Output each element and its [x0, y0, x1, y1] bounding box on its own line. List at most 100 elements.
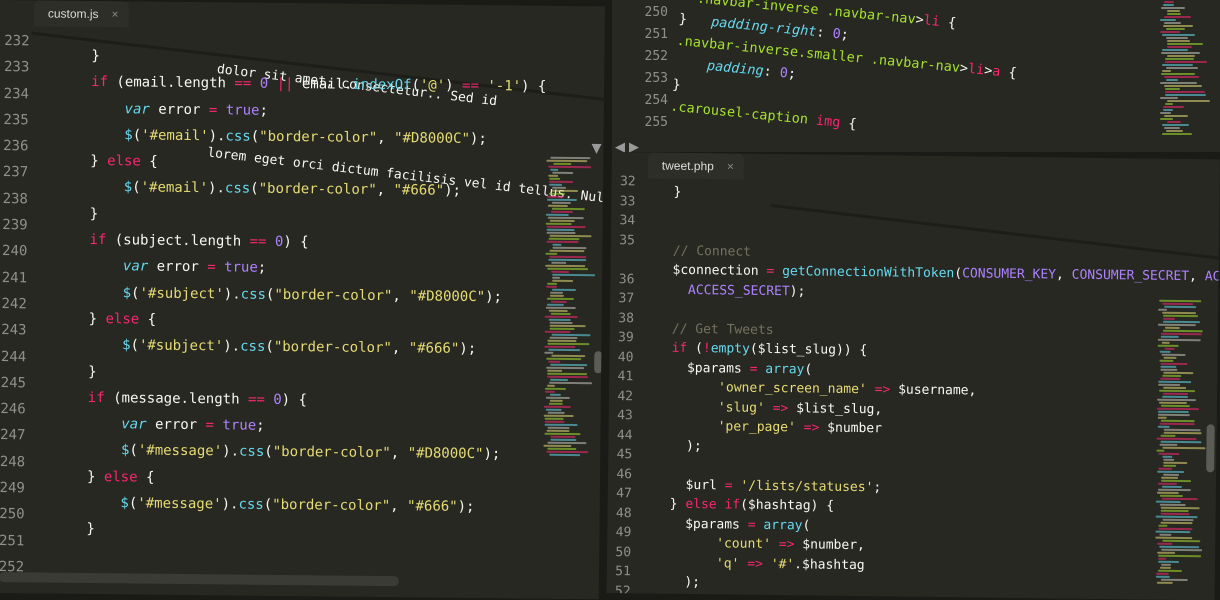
minimap-line: [1163, 473, 1180, 476]
minimap-line: [551, 270, 570, 273]
minimap-line: [551, 333, 591, 337]
css-code-area[interactable]: .navbar-inverse .navbar-nav>li { } paddi…: [669, 0, 1022, 150]
minimap-line: [544, 345, 576, 349]
minimap-line: [1166, 28, 1185, 30]
minimap-line: [1162, 124, 1189, 126]
close-icon[interactable]: ×: [111, 1, 118, 27]
minimap-line: [1163, 371, 1194, 375]
minimap[interactable]: [1160, 0, 1210, 152]
minimap-line: [545, 396, 570, 399]
line-number-gutter: 232 233 234 235 236 237 238 239 240 241 242 243 244 2…: [0, 27, 32, 594]
minimap-line: [1165, 61, 1207, 63]
minimap-line: [549, 453, 581, 457]
tab-custom-js[interactable]: custom.js ×: [33, 0, 129, 28]
close-icon[interactable]: ×: [727, 153, 734, 179]
minimap-line: [1162, 455, 1173, 458]
minimap-line: [550, 438, 577, 442]
minimap-line: [551, 201, 571, 204]
line-number: 250: [644, 5, 668, 20]
line-number: 40: [617, 349, 634, 365]
minimap-line: [548, 258, 587, 262]
horizontal-scrollbar[interactable]: [0, 572, 399, 587]
minimap-line: [1162, 133, 1192, 135]
minimap[interactable]: [1155, 299, 1207, 600]
line-number: 252: [644, 49, 668, 64]
minimap-line: [1160, 362, 1188, 366]
line-number: 236: [3, 138, 29, 155]
vertical-scrollbar[interactable]: [594, 351, 603, 374]
minimap-line: [543, 405, 571, 408]
line-number: 46: [616, 466, 633, 482]
minimap-line: [548, 402, 563, 405]
minimap-line: [547, 369, 563, 372]
minimap-line: [1155, 500, 1181, 503]
minimap-line: [1160, 434, 1176, 437]
minimap-line: [1167, 43, 1203, 45]
tab-title: custom.js: [47, 6, 99, 22]
dropdown-icon[interactable]: ▼: [591, 141, 601, 156]
minimap-line: [1162, 311, 1197, 315]
tab-tweet-php[interactable]: tweet.php ×: [647, 152, 745, 180]
code-line: if (email.length == 0 || email.indexOf('…: [91, 74, 547, 96]
minimap-line: [1167, 40, 1190, 42]
minimap-line: [548, 318, 571, 321]
minimap-line: [551, 288, 577, 292]
minimap-line: [1155, 572, 1169, 575]
minimap-line: [1160, 521, 1193, 525]
vertical-scrollbar[interactable]: [1206, 424, 1215, 473]
minimap-line: [1159, 443, 1178, 446]
minimap-line: [552, 243, 562, 246]
minimap[interactable]: [542, 156, 596, 599]
minimap-line: [1160, 19, 1176, 21]
minimap-line: [553, 162, 572, 165]
minimap-line: [546, 297, 574, 301]
minimap-line: [1160, 377, 1181, 380]
minimap-line: [1164, 347, 1175, 350]
minimap-line: [544, 420, 565, 423]
minimap-line: [1166, 67, 1198, 69]
line-number: 35: [619, 232, 636, 248]
minimap-line: [547, 441, 587, 445]
minimap-line: [1165, 91, 1205, 93]
minimap-line: [1157, 416, 1167, 419]
minimap-line: [1162, 446, 1206, 450]
minimap-line: [546, 195, 564, 198]
code-area[interactable]: } if (email.length == 0 || email.indexOf…: [86, 43, 547, 574]
minimap-line: [551, 189, 579, 193]
minimap-line: [549, 324, 586, 328]
minimap-line: [1162, 34, 1195, 36]
minimap-line: [1160, 509, 1189, 513]
minimap-line: [1160, 118, 1173, 120]
minimap-line: [545, 213, 569, 216]
code-area[interactable]: } // Connect $connection = getConnection…: [668, 183, 1220, 600]
minimap-line: [1161, 485, 1182, 488]
minimap-line: [1158, 524, 1168, 527]
minimap-line: [1162, 302, 1194, 306]
minimap-line: [545, 408, 562, 411]
minimap-line: [1161, 52, 1200, 54]
minimap-line: [1162, 374, 1182, 377]
minimap-line: [1158, 560, 1180, 563]
line-number: 255: [644, 115, 668, 130]
minimap-line: [1159, 359, 1174, 362]
line-number: 248: [0, 453, 26, 471]
minimap-line: [547, 342, 590, 346]
minimap-line: [549, 393, 561, 396]
minimap-line: [1164, 76, 1199, 78]
minimap-line: [1158, 452, 1180, 455]
minimap-line: [544, 330, 571, 333]
minimap-line: [549, 180, 574, 184]
minimap-line: [1159, 494, 1183, 497]
line-number: 239: [2, 217, 28, 234]
minimap-line: [1157, 425, 1170, 428]
minimap-line: [1161, 73, 1195, 75]
minimap-line: [1167, 10, 1180, 12]
minimap-line: [549, 219, 575, 223]
minimap-line: [1159, 350, 1171, 353]
minimap-line: [550, 435, 576, 439]
minimap-line: [544, 390, 555, 393]
minimap-line: [545, 222, 572, 225]
minimap-line: [1163, 106, 1184, 108]
minimap-line: [547, 267, 589, 271]
minimap-line: [1160, 578, 1188, 582]
